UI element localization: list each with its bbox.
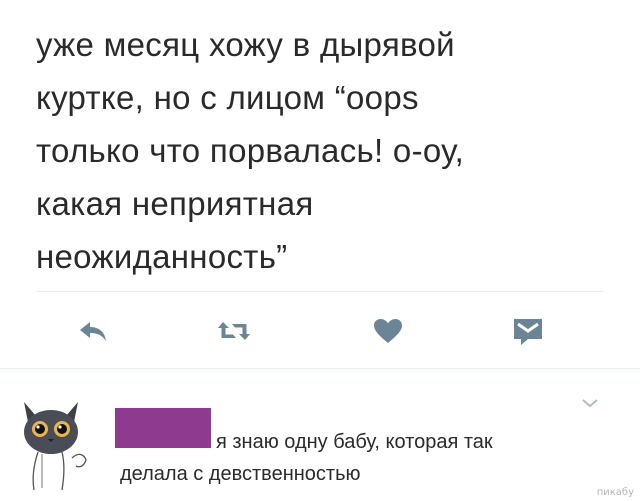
avatar[interactable] [18, 392, 94, 492]
tweet-line: только что порвалась! о-оу, [36, 132, 465, 169]
cat-avatar-icon [24, 402, 87, 491]
tweet-text: уже месяц хожу в дырявой куртке, но с ли… [36, 18, 616, 283]
reply-button[interactable] [70, 311, 118, 351]
heart-icon [374, 319, 402, 343]
direct-message-button[interactable] [504, 311, 552, 351]
tweet-line: уже месяц хожу в дырявой [36, 26, 455, 63]
tweet-line: неожиданность” [36, 238, 288, 275]
tweet-line: какая неприятная [36, 185, 314, 222]
reply-tweet: я знаю одну бабу, которая так делала с д… [0, 370, 640, 501]
like-button[interactable] [364, 311, 412, 351]
reply-arrow-icon [80, 322, 106, 341]
chevron-down-button[interactable] [580, 396, 600, 410]
tweet-line: куртке, но с лицом “oops [36, 79, 419, 116]
envelope-icon [514, 319, 542, 345]
retweet-icon [218, 322, 250, 340]
reply-text: я знаю одну бабу, которая так делала с д… [120, 426, 620, 490]
retweet-button[interactable] [210, 311, 258, 351]
chevron-down-icon [582, 399, 598, 408]
reply-line: делала с девственностью [120, 463, 361, 485]
divider [0, 368, 640, 369]
divider [36, 291, 604, 292]
watermark: пикабу [596, 487, 634, 498]
tweet-actions [0, 305, 640, 355]
reply-line: я знаю одну бабу, которая так [216, 431, 493, 453]
